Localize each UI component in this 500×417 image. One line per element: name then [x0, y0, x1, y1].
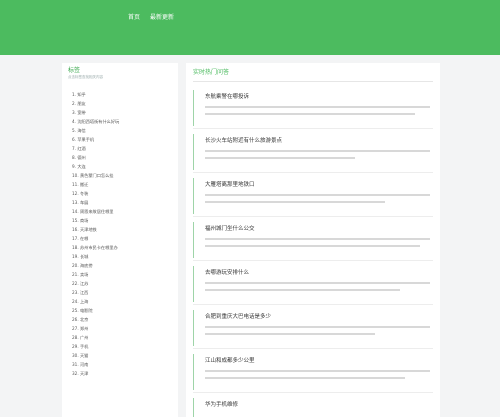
- excerpt-line: [205, 201, 385, 203]
- qa-card-title[interactable]: 东航乘警在哪投诉: [205, 92, 249, 100]
- excerpt-line: [205, 326, 430, 328]
- excerpt-line: [205, 289, 400, 291]
- tag-link[interactable]: 16. 天津地铁: [72, 225, 119, 234]
- excerpt-line: [205, 194, 430, 196]
- qa-card-title[interactable]: 去哪游玩安排什么: [205, 268, 249, 276]
- excerpt-line: [205, 238, 430, 240]
- tag-link[interactable]: 30. 天猫: [72, 351, 119, 360]
- excerpt-line: [205, 245, 420, 247]
- tag-link[interactable]: 10. 黄色蒙门口怎么挂: [72, 171, 119, 180]
- sidebar-subtitle: 点击标签查找相关内容: [68, 75, 103, 79]
- tag-link[interactable]: 14. 周恩来故居住哪里: [72, 207, 119, 216]
- card-accent: [193, 178, 194, 214]
- tag-link[interactable]: 22. 江苏: [72, 279, 119, 288]
- tag-sidebar: 标签 点击标签查找相关内容 1. 知乎 2. 朋友 3. 宽带 4. 沈阳西塔街…: [62, 63, 178, 417]
- main-nav: 首页 最新更新: [128, 12, 174, 21]
- excerpt-line: [205, 150, 430, 152]
- panel-heading: 实时热门问答: [193, 69, 230, 76]
- card-accent: [193, 222, 194, 258]
- tag-link[interactable]: 24. 上海: [72, 297, 119, 306]
- qa-card-title[interactable]: 合肥到重庆大巴电话是多少: [205, 312, 271, 320]
- qa-card-title[interactable]: 江山和成都多少公里: [205, 356, 255, 364]
- sidebar-title: 标签: [68, 67, 81, 74]
- tag-link[interactable]: 12. 冬装: [72, 189, 119, 198]
- nav-latest-link[interactable]: 最新更新: [150, 12, 174, 21]
- excerpt-line: [205, 333, 375, 335]
- excerpt-line: [205, 157, 355, 159]
- tag-link[interactable]: 21. 卖场: [72, 270, 119, 279]
- tag-list: 1. 知乎 2. 朋友 3. 宽带 4. 沈阳西塔街有什么好玩 5. 海信 6.…: [72, 90, 119, 378]
- qa-card[interactable]: 大雁塔离那里地铁口: [193, 174, 433, 217]
- excerpt-line: [205, 113, 415, 115]
- qa-card[interactable]: 合肥到重庆大巴电话是多少: [193, 306, 433, 349]
- qa-card-title[interactable]: 大雁塔离那里地铁口: [205, 180, 255, 188]
- qa-card[interactable]: 东航乘警在哪投诉: [193, 86, 433, 129]
- qa-card[interactable]: 福州城门坐什么公交: [193, 218, 433, 261]
- tag-link[interactable]: 23. 江西: [72, 288, 119, 297]
- hot-qa-panel: 实时热门问答 东航乘警在哪投诉 长沙火车站附近有什么旅游景点 大雁塔离那里地铁口…: [186, 63, 440, 417]
- qa-card[interactable]: 长沙火车站附近有什么旅游景点: [193, 130, 433, 173]
- tag-link[interactable]: 4. 沈阳西塔街有什么好玩: [72, 117, 119, 126]
- tag-link[interactable]: 3. 宽带: [72, 108, 119, 117]
- excerpt-line: [205, 282, 430, 284]
- card-accent: [193, 90, 194, 126]
- tag-link[interactable]: 32. 天津: [72, 369, 119, 378]
- tag-link[interactable]: 26. 北京: [72, 315, 119, 324]
- tag-link[interactable]: 9. 大连: [72, 162, 119, 171]
- tag-link[interactable]: 27. 郑州: [72, 324, 119, 333]
- tag-link[interactable]: 11. 搬迁: [72, 180, 119, 189]
- excerpt-line: [205, 377, 405, 379]
- excerpt-line: [205, 106, 430, 108]
- tag-link[interactable]: 31. 河南: [72, 360, 119, 369]
- card-accent: [193, 310, 194, 346]
- tag-link[interactable]: 19. 长城: [72, 252, 119, 261]
- qa-card-title[interactable]: 华为手机维修: [205, 400, 238, 408]
- card-accent: [193, 266, 194, 302]
- tag-link[interactable]: 5. 海信: [72, 126, 119, 135]
- tag-link[interactable]: 2. 朋友: [72, 99, 119, 108]
- tag-link[interactable]: 1. 知乎: [72, 90, 119, 99]
- tag-link[interactable]: 18. 苏州市民卡在哪里办: [72, 243, 119, 252]
- tag-link[interactable]: 25. 电影院: [72, 306, 119, 315]
- qa-card-title[interactable]: 长沙火车站附近有什么旅游景点: [205, 136, 282, 144]
- card-accent: [193, 354, 194, 390]
- heading-divider: [193, 81, 433, 82]
- tag-link[interactable]: 17. 在哪: [72, 234, 119, 243]
- qa-card[interactable]: 江山和成都多少公里: [193, 350, 433, 393]
- tag-link[interactable]: 15. 商场: [72, 216, 119, 225]
- tag-link[interactable]: 28. 广州: [72, 333, 119, 342]
- tag-link[interactable]: 6. 苹果手机: [72, 135, 119, 144]
- tag-link[interactable]: 8. 德州: [72, 153, 119, 162]
- card-accent: [193, 134, 194, 170]
- tag-link[interactable]: 7. 红酒: [72, 144, 119, 153]
- qa-card[interactable]: 去哪游玩安排什么: [193, 262, 433, 305]
- qa-card[interactable]: 华为手机维修: [193, 394, 433, 417]
- card-accent: [193, 398, 194, 417]
- tag-link[interactable]: 20. 海底捞: [72, 261, 119, 270]
- nav-home-link[interactable]: 首页: [128, 12, 140, 21]
- excerpt-line: [205, 370, 430, 372]
- tag-link[interactable]: 13. 车展: [72, 198, 119, 207]
- top-header-bar: 首页 最新更新: [0, 0, 500, 55]
- tag-link[interactable]: 29. 手机: [72, 342, 119, 351]
- qa-card-title[interactable]: 福州城门坐什么公交: [205, 224, 255, 232]
